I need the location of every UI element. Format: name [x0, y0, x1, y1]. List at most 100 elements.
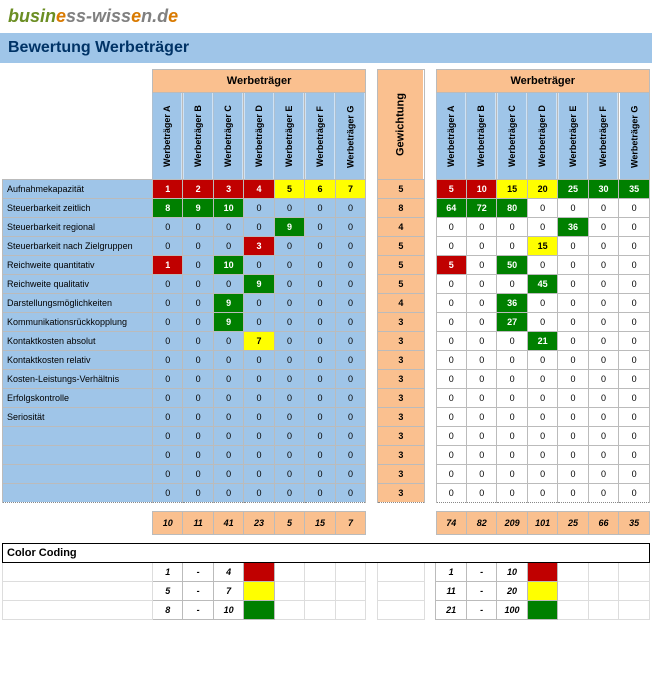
score-cell[interactable]: 0 — [244, 427, 274, 446]
score-cell[interactable]: 0 — [305, 275, 335, 294]
score-cell[interactable]: 0 — [305, 332, 335, 351]
score-cell[interactable]: 0 — [305, 465, 335, 484]
score-cell[interactable]: 0 — [335, 408, 366, 427]
score-cell[interactable]: 0 — [213, 446, 243, 465]
score-cell[interactable]: 0 — [213, 351, 243, 370]
score-cell[interactable]: 0 — [213, 275, 243, 294]
score-cell[interactable]: 0 — [305, 408, 335, 427]
score-cell[interactable]: 0 — [274, 199, 304, 218]
weight-cell[interactable]: 3 — [377, 427, 424, 446]
score-cell[interactable]: 8 — [152, 199, 182, 218]
score-cell[interactable]: 0 — [152, 294, 182, 313]
score-cell[interactable]: 0 — [335, 294, 366, 313]
score-cell[interactable]: 0 — [335, 484, 366, 503]
score-cell[interactable]: 0 — [152, 313, 182, 332]
score-cell[interactable]: 0 — [274, 370, 304, 389]
score-cell[interactable]: 0 — [274, 484, 304, 503]
score-cell[interactable]: 0 — [183, 294, 213, 313]
score-cell[interactable]: 0 — [213, 408, 243, 427]
score-cell[interactable]: 0 — [152, 370, 182, 389]
weight-cell[interactable]: 5 — [377, 256, 424, 275]
score-cell[interactable]: 0 — [335, 370, 366, 389]
score-cell[interactable]: 0 — [335, 427, 366, 446]
score-cell[interactable]: 3 — [213, 180, 243, 199]
score-cell[interactable]: 0 — [305, 218, 335, 237]
score-cell[interactable]: 10 — [213, 256, 243, 275]
weight-cell[interactable]: 3 — [377, 313, 424, 332]
weight-cell[interactable]: 8 — [377, 199, 424, 218]
score-cell[interactable]: 0 — [305, 313, 335, 332]
score-cell[interactable]: 0 — [152, 237, 182, 256]
score-cell[interactable]: 0 — [183, 408, 213, 427]
score-cell[interactable]: 0 — [244, 218, 274, 237]
score-cell[interactable]: 0 — [335, 332, 366, 351]
score-cell[interactable]: 0 — [152, 408, 182, 427]
score-cell[interactable]: 0 — [244, 408, 274, 427]
weight-cell[interactable]: 4 — [377, 294, 424, 313]
score-cell[interactable]: 9 — [213, 294, 243, 313]
score-cell[interactable]: 0 — [274, 237, 304, 256]
score-cell[interactable]: 0 — [213, 427, 243, 446]
score-cell[interactable]: 0 — [213, 218, 243, 237]
score-cell[interactable]: 9 — [183, 199, 213, 218]
weight-cell[interactable]: 3 — [377, 465, 424, 484]
score-cell[interactable]: 0 — [244, 199, 274, 218]
weight-cell[interactable]: 3 — [377, 332, 424, 351]
score-cell[interactable]: 0 — [152, 218, 182, 237]
score-cell[interactable]: 0 — [335, 465, 366, 484]
score-cell[interactable]: 0 — [213, 237, 243, 256]
score-cell[interactable]: 0 — [213, 484, 243, 503]
score-cell[interactable]: 0 — [335, 256, 366, 275]
score-cell[interactable]: 0 — [305, 484, 335, 503]
score-cell[interactable]: 0 — [335, 389, 366, 408]
score-cell[interactable]: 0 — [213, 389, 243, 408]
score-cell[interactable]: 5 — [274, 180, 304, 199]
score-cell[interactable]: 0 — [244, 484, 274, 503]
weight-cell[interactable]: 3 — [377, 370, 424, 389]
score-cell[interactable]: 0 — [305, 294, 335, 313]
score-cell[interactable]: 0 — [244, 389, 274, 408]
score-cell[interactable]: 0 — [274, 256, 304, 275]
score-cell[interactable]: 0 — [274, 465, 304, 484]
score-cell[interactable]: 0 — [305, 237, 335, 256]
score-cell[interactable]: 0 — [152, 446, 182, 465]
score-cell[interactable]: 0 — [183, 218, 213, 237]
score-cell[interactable]: 0 — [244, 256, 274, 275]
weight-cell[interactable]: 3 — [377, 351, 424, 370]
score-cell[interactable]: 0 — [244, 294, 274, 313]
score-cell[interactable]: 0 — [152, 389, 182, 408]
score-cell[interactable]: 1 — [152, 180, 182, 199]
score-cell[interactable]: 0 — [183, 484, 213, 503]
score-cell[interactable]: 0 — [274, 446, 304, 465]
score-cell[interactable]: 7 — [244, 332, 274, 351]
score-cell[interactable]: 0 — [152, 465, 182, 484]
score-cell[interactable]: 0 — [183, 351, 213, 370]
score-cell[interactable]: 0 — [183, 237, 213, 256]
score-cell[interactable]: 0 — [305, 446, 335, 465]
weight-cell[interactable]: 3 — [377, 389, 424, 408]
weight-cell[interactable]: 3 — [377, 408, 424, 427]
weight-cell[interactable]: 5 — [377, 180, 424, 199]
weight-cell[interactable]: 4 — [377, 218, 424, 237]
score-cell[interactable]: 0 — [152, 427, 182, 446]
weight-cell[interactable]: 3 — [377, 446, 424, 465]
score-cell[interactable]: 9 — [274, 218, 304, 237]
score-cell[interactable]: 0 — [335, 237, 366, 256]
score-cell[interactable]: 0 — [244, 351, 274, 370]
score-cell[interactable]: 0 — [305, 370, 335, 389]
score-cell[interactable]: 0 — [152, 351, 182, 370]
score-cell[interactable]: 0 — [305, 389, 335, 408]
score-cell[interactable]: 0 — [274, 389, 304, 408]
score-cell[interactable]: 0 — [183, 332, 213, 351]
weight-cell[interactable]: 5 — [377, 237, 424, 256]
score-cell[interactable]: 0 — [183, 313, 213, 332]
score-cell[interactable]: 0 — [183, 389, 213, 408]
score-cell[interactable]: 0 — [244, 370, 274, 389]
weight-cell[interactable]: 3 — [377, 484, 424, 503]
score-cell[interactable]: 9 — [213, 313, 243, 332]
score-cell[interactable]: 0 — [335, 313, 366, 332]
score-cell[interactable]: 0 — [213, 465, 243, 484]
score-cell[interactable]: 0 — [305, 351, 335, 370]
score-cell[interactable]: 0 — [152, 484, 182, 503]
score-cell[interactable]: 0 — [213, 332, 243, 351]
